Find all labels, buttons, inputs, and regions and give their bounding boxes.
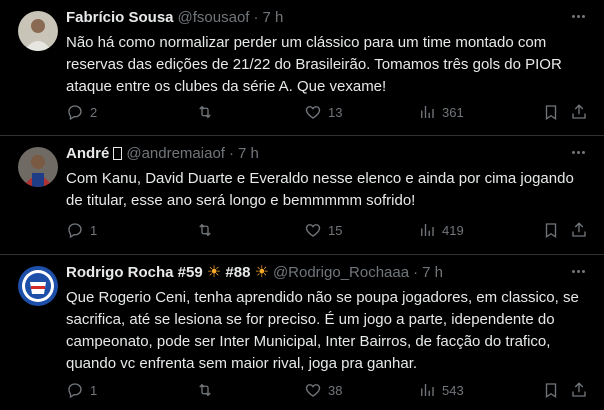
views-chart-icon [421, 106, 434, 118]
bookmark-icon [545, 383, 557, 399]
share-button[interactable] [570, 103, 588, 121]
retweet-button[interactable] [196, 381, 220, 399]
action-bar: 2 13 361 [66, 103, 586, 123]
views-count: 543 [442, 382, 464, 398]
author-handle[interactable]: @Rodrigo_Rochaaa [273, 264, 409, 281]
share-button[interactable] [570, 221, 588, 239]
retweet-button[interactable] [196, 103, 220, 121]
like-count: 13 [328, 104, 343, 120]
views-count: 361 [442, 104, 464, 120]
more-icon[interactable] [566, 261, 590, 281]
tweet-text: Não há como normalizar perder um clássic… [66, 34, 562, 95]
like-button[interactable]: 13 [304, 103, 342, 121]
author-name-part: Rodrigo Rocha #59 [66, 264, 203, 281]
views-count: 419 [442, 222, 464, 238]
reply-icon [68, 105, 82, 121]
avatar[interactable] [18, 147, 58, 187]
share-icon [572, 382, 586, 397]
bookmark-button[interactable] [542, 103, 560, 121]
reply-count: 1 [90, 222, 98, 238]
like-count: 38 [328, 382, 343, 398]
heart-icon [305, 224, 321, 237]
sun-emoji-icon: ☀ [206, 264, 222, 281]
reply-count: 1 [90, 382, 98, 398]
heart-icon [305, 384, 321, 397]
reply-button[interactable]: 1 [66, 221, 97, 239]
separator-dot: · [228, 145, 234, 162]
avatar[interactable] [18, 11, 58, 51]
views-button[interactable]: 361 [418, 103, 464, 121]
author-handle[interactable]: @fsousaof [178, 9, 250, 26]
tweet-text: Com Kanu, David Duarte e Everaldo nesse … [66, 170, 574, 209]
author-handle[interactable]: @andremaiaof [126, 145, 225, 162]
retweet-icon [199, 383, 211, 397]
retweet-button[interactable] [196, 221, 220, 239]
tweet[interactable]: André @andremaiaof · 7 h Com Kanu, David Du… [0, 136, 604, 255]
separator-dot: · [413, 264, 419, 281]
reply-count: 2 [90, 104, 98, 120]
more-icon[interactable] [566, 6, 590, 26]
timestamp[interactable]: 7 h [422, 264, 443, 281]
separator-dot: · [253, 9, 259, 26]
reply-icon [68, 383, 82, 399]
author-name[interactable]: Fabrício Sousa [66, 9, 174, 26]
share-icon [572, 222, 586, 237]
more-icon[interactable] [566, 142, 590, 162]
author-name[interactable]: Rodrigo Rocha #59 ☀ #88 ☀ [66, 264, 269, 281]
views-chart-icon [421, 384, 434, 396]
bookmark-button[interactable] [542, 221, 560, 239]
action-bar: 1 15 419 [66, 221, 586, 241]
retweet-icon [199, 223, 211, 237]
timestamp[interactable]: 7 h [238, 145, 259, 162]
share-icon [572, 104, 586, 119]
views-button[interactable]: 419 [418, 221, 464, 239]
bookmark-icon [545, 105, 557, 121]
reply-icon [68, 223, 82, 239]
timestamp[interactable]: 7 h [262, 9, 283, 26]
tweet-header: André @andremaiaof · 7 h [66, 145, 259, 163]
unsupported-emoji-glyph [113, 147, 123, 160]
tweet[interactable]: Rodrigo Rocha #59 ☀ #88 ☀ @Rodrigo_Rochaa… [0, 255, 604, 410]
reply-button[interactable]: 1 [66, 381, 97, 399]
tweet-header: Rodrigo Rocha #59 ☀ #88 ☀ @Rodrigo_Rochaa… [66, 264, 443, 282]
views-button[interactable]: 543 [418, 381, 464, 399]
retweet-icon [199, 105, 211, 119]
author-name-part: #88 [225, 264, 251, 281]
tweet-header: Fabrício Sousa @fsousaof · 7 h [66, 9, 283, 27]
heart-icon [305, 106, 321, 119]
reply-button[interactable]: 2 [66, 103, 97, 121]
share-button[interactable] [570, 381, 588, 399]
like-count: 15 [328, 222, 343, 238]
like-button[interactable]: 38 [304, 381, 342, 399]
bookmark-button[interactable] [542, 381, 560, 399]
author-name[interactable]: André [66, 145, 109, 162]
tweet[interactable]: Fabrício Sousa @fsousaof · 7 h Não há como … [0, 0, 604, 136]
tweet-text: Que Rogerio Ceni, tenha aprendido não se… [66, 289, 579, 372]
bookmark-icon [545, 223, 557, 239]
action-bar: 1 38 543 [66, 381, 586, 401]
like-button[interactable]: 15 [304, 221, 342, 239]
avatar[interactable] [18, 266, 58, 306]
views-chart-icon [421, 224, 434, 236]
sun-emoji-icon: ☀ [254, 264, 269, 281]
